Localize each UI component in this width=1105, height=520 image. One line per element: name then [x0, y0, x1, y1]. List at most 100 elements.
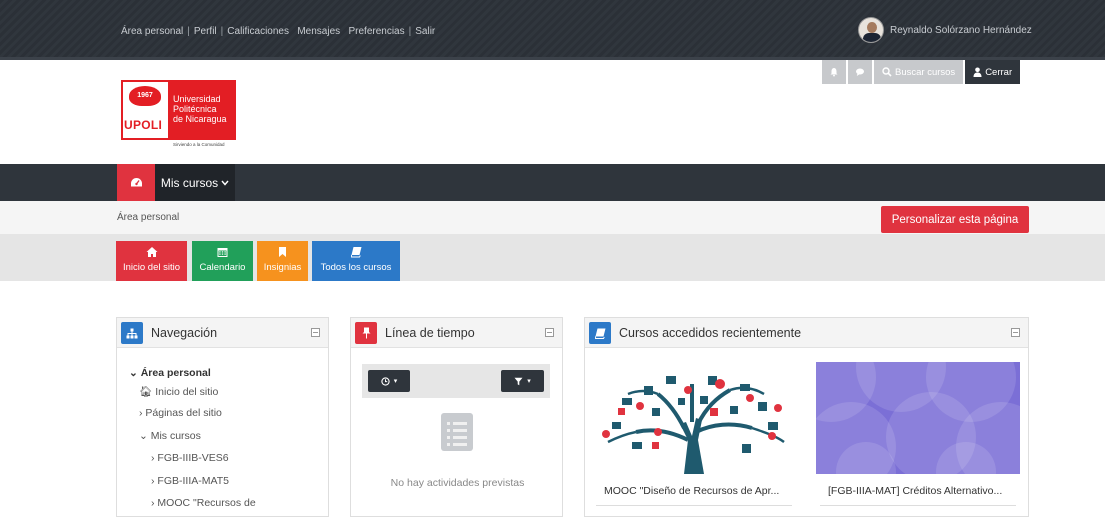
nav-item-label: FGB-IIIA-MAT5: [157, 474, 229, 487]
navigation-tree: ⌄ Área personal 🏠︎ Inicio del sitio › Pá…: [129, 367, 256, 520]
navigation-block: Navegación ⌄ Área personal 🏠︎ Inicio del…: [116, 317, 329, 517]
logo-line-2: Politécnica: [173, 104, 217, 114]
tile-badges-label: Insignias: [263, 262, 302, 273]
bell-icon: [830, 68, 838, 77]
tile-all-courses-label: Todos los cursos: [320, 262, 392, 273]
tile-all-courses[interactable]: Todos los cursos: [312, 241, 400, 281]
filter-icon: [514, 377, 523, 385]
calendar-icon: [217, 248, 228, 257]
sitemap-icon: [121, 322, 143, 344]
upoli-logo[interactable]: 1967 UPOLI Universidad Politécnica de Ni…: [121, 80, 236, 152]
course-card[interactable]: [FGB-IIIA-MAT] Créditos Alternativo...: [816, 362, 1020, 507]
top-link-salir[interactable]: Salir: [415, 26, 435, 37]
nav-item-site-home[interactable]: 🏠︎ Inicio del sitio: [129, 385, 256, 408]
nav-item-site-pages[interactable]: › Páginas del sitio: [129, 407, 256, 430]
timeline-block-title: Línea de tiempo: [385, 326, 475, 340]
search-courses-button[interactable]: Buscar cursos: [874, 60, 964, 84]
logo-tagline: Sirviendo a la Comunidad: [173, 142, 225, 147]
notifications-button[interactable]: [822, 60, 846, 84]
customize-page-button[interactable]: Personalizar esta página: [881, 206, 1029, 233]
collapse-block-button[interactable]: [1011, 328, 1020, 337]
home-icon: [146, 247, 157, 257]
course-name[interactable]: MOOC "Diseño de Recursos de Apr...: [604, 485, 779, 497]
my-courses-menu[interactable]: Mis cursos: [155, 164, 235, 201]
quick-links-bar: Inicio del sitio Calendario Insignias To…: [0, 234, 1105, 281]
timeline-filter-dropdown[interactable]: ▾: [501, 370, 544, 392]
timeline-block: Línea de tiempo ▾ ▾ No hay actividades p…: [350, 317, 563, 517]
bookmark-icon: [279, 247, 286, 257]
tile-calendar-label: Calendario: [199, 262, 246, 273]
chevron-down-icon: [221, 180, 229, 186]
logo-line-1: Universidad: [173, 94, 221, 104]
top-link-area-personal[interactable]: Área personal: [121, 26, 183, 37]
my-courses-label: Mis cursos: [160, 175, 219, 190]
nav-item-label: Inicio del sitio: [155, 385, 219, 398]
logout-button[interactable]: Cerrar: [965, 60, 1021, 84]
search-icon: [882, 67, 892, 77]
logo-line-3: de Nicaragua: [173, 114, 227, 124]
logout-label: Cerrar: [985, 66, 1013, 78]
timeline-empty-message: No hay actividades previstas: [390, 477, 525, 489]
top-link-mensajes[interactable]: Mensajes: [297, 26, 340, 37]
nav-item-label: FGB-IIIB-VES6: [157, 452, 229, 464]
top-links: Área personal | Perfil | Calificaciones Mens…: [121, 26, 435, 37]
top-bar: Área personal | Perfil | Calificaciones Mens…: [0, 0, 1105, 60]
dashboard-icon: [130, 178, 142, 187]
logo-university-name: Universidad Politécnica de Nicaragua: [173, 94, 227, 124]
collapse-block-button[interactable]: [311, 328, 320, 337]
tile-site-home-label: Inicio del sitio: [122, 262, 181, 273]
user-name[interactable]: Reynaldo Solórzano Hernández: [890, 25, 1032, 36]
nav-item-label: Páginas del sitio: [145, 407, 222, 419]
nav-item-course[interactable]: › FGB-IIIA-MAT5: [129, 475, 256, 498]
chat-icon: [856, 68, 864, 76]
top-link-perfil[interactable]: Perfil: [194, 26, 217, 37]
course-image-pattern[interactable]: [816, 362, 1020, 474]
caret-down-icon: ▾: [527, 378, 531, 385]
book-icon: [589, 322, 611, 344]
timeline-sort-dropdown[interactable]: ▾: [368, 370, 410, 392]
navigation-block-title: Navegación: [151, 326, 218, 340]
main-navbar: Mis cursos: [0, 164, 1105, 201]
site-header: Buscar cursos Cerrar 1967 UPOLI Universi…: [0, 60, 1105, 164]
dashboard-button[interactable]: [117, 164, 155, 201]
course-name[interactable]: [FGB-IIIA-MAT] Créditos Alternativo...: [828, 485, 1002, 497]
timeline-block-header: Línea de tiempo: [351, 318, 562, 348]
header-actions: Buscar cursos Cerrar: [822, 60, 1021, 84]
separator: |: [408, 26, 412, 37]
user-icon: [973, 67, 982, 77]
recent-courses-block: Cursos accedidos recientemente MOOC "Dis…: [584, 317, 1029, 517]
separator: |: [220, 26, 224, 37]
navigation-block-header: Navegación: [117, 318, 328, 348]
caret-down-icon: ▾: [393, 378, 398, 385]
logo-short-name: UPOLI: [124, 118, 163, 132]
nav-item-course[interactable]: › MOOC "Recursos de: [129, 497, 256, 520]
breadcrumb-bar: Área personal Personalizar esta página: [0, 201, 1105, 234]
nav-item-label: Área personal: [140, 367, 211, 379]
nav-item-label: Mis cursos: [150, 429, 201, 442]
recent-courses-block-header: Cursos accedidos recientemente: [585, 318, 1028, 348]
empty-list-icon: [441, 413, 473, 451]
top-link-calificaciones[interactable]: Calificaciones: [227, 26, 289, 37]
nav-item-label: MOOC "Recursos de: [157, 497, 256, 509]
user-menu[interactable]: Reynaldo Solórzano Hernández: [858, 17, 1032, 43]
nav-item-course[interactable]: › FGB-IIIB-VES6: [129, 452, 256, 475]
course-card[interactable]: MOOC "Diseño de Recursos de Apr...: [592, 362, 796, 507]
breadcrumb[interactable]: Área personal: [117, 212, 179, 223]
collapse-block-button[interactable]: [545, 328, 554, 337]
tile-site-home[interactable]: Inicio del sitio: [116, 241, 187, 281]
clock-icon: [381, 376, 390, 386]
tile-calendar[interactable]: Calendario: [192, 241, 253, 281]
search-courses-label: Buscar cursos: [895, 66, 956, 78]
book-icon: [350, 247, 361, 258]
nav-item-my-courses[interactable]: ⌄ Mis cursos: [129, 430, 256, 453]
tile-badges[interactable]: Insignias: [257, 241, 308, 281]
timeline-filter-bar: ▾ ▾: [362, 364, 550, 398]
pin-icon: [355, 322, 377, 344]
top-link-preferencias[interactable]: Preferencias: [348, 26, 404, 37]
messages-button[interactable]: [848, 60, 872, 84]
separator: |: [187, 26, 190, 37]
recent-courses-block-title: Cursos accedidos recientemente: [619, 326, 802, 340]
avatar[interactable]: [858, 17, 884, 43]
course-image-tree[interactable]: [592, 362, 796, 474]
home-icon: 🏠︎: [139, 385, 153, 398]
